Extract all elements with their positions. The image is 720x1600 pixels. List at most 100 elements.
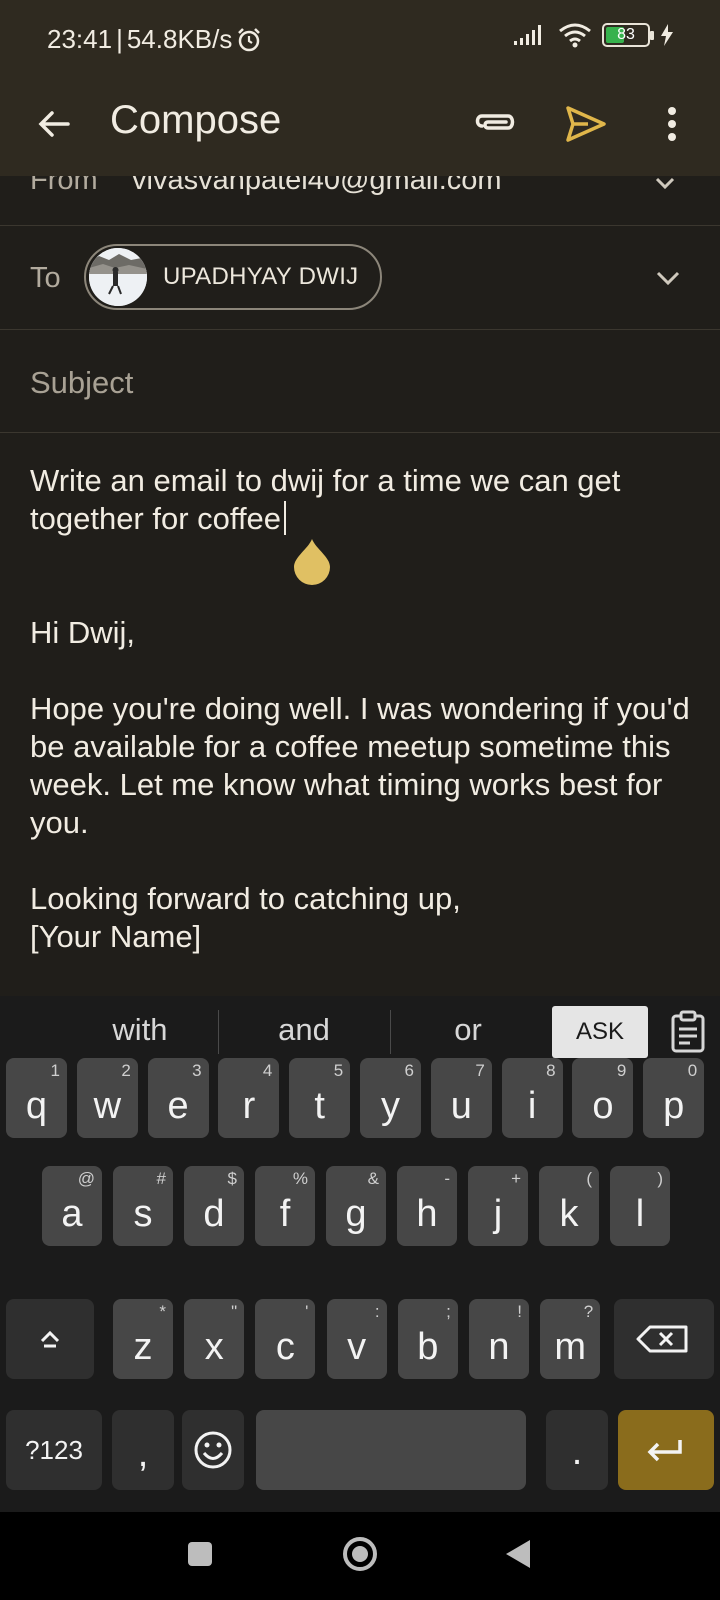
backspace-icon [636, 1325, 688, 1353]
key-w[interactable]: 2w [76, 1058, 138, 1138]
subject-placeholder: Subject [30, 365, 134, 400]
recipient-chip[interactable]: UPADHYAY DWIJ [84, 244, 382, 310]
key-hint: & [367, 1169, 379, 1188]
key-x[interactable]: " x [184, 1299, 245, 1379]
key-hint: * [159, 1302, 166, 1321]
nav-bar [0, 1512, 720, 1600]
subject-field[interactable]: Subject [0, 331, 720, 433]
key-hint: 1 [50, 1061, 60, 1080]
body-prompt: Write an email to dwij for a time we can… [30, 462, 700, 538]
key-k[interactable]: (k [539, 1166, 599, 1246]
symbols-key-label: ?123 [25, 1435, 83, 1465]
key-t[interactable]: 5t [289, 1058, 351, 1138]
key-d[interactable]: $ d [184, 1166, 244, 1246]
key-label: l [635, 1193, 645, 1235]
status-left: 23:41 | 54.8KB/s [47, 24, 262, 55]
more-vert-icon[interactable] [648, 100, 696, 148]
to-label: To [30, 262, 61, 294]
status-time: 23:41 [47, 24, 113, 54]
key-hint: $ [227, 1169, 237, 1188]
text-cursor [284, 501, 287, 535]
attach-icon[interactable] [472, 100, 520, 148]
key-b[interactable]: ; b [397, 1299, 458, 1379]
comma-key[interactable]: , [112, 1410, 174, 1490]
key-hint: - [444, 1169, 450, 1188]
recents-icon[interactable] [186, 1540, 214, 1568]
to-row[interactable]: To UPADHYAY DWIJ [0, 226, 720, 330]
key-i[interactable]: 8i [501, 1058, 563, 1138]
key-j[interactable]: + j [468, 1166, 528, 1246]
key-l[interactable]: ) l [610, 1166, 670, 1246]
key-hint: 7 [475, 1061, 485, 1080]
key-label: a [61, 1193, 83, 1235]
key-e[interactable]: 3e [147, 1058, 209, 1138]
email-body[interactable]: Write an email to dwij for a time we can… [30, 462, 700, 956]
compose-screen: 23:41 | 54.8KB/s 83 From vivasvanpatel40… [0, 0, 720, 1600]
key-c[interactable]: ' c [255, 1299, 316, 1379]
key-label: m [554, 1326, 587, 1368]
key-p[interactable]: 0p [643, 1058, 705, 1138]
suggestion-item[interactable]: with [90, 1012, 190, 1048]
key-hint: ) [657, 1169, 663, 1188]
battery-icon: 83 [602, 23, 654, 47]
page-title: Compose [110, 98, 282, 142]
signal-icon [514, 25, 541, 45]
status-speed: 54.8KB/s [126, 24, 233, 54]
key-q[interactable]: 1q [6, 1058, 67, 1138]
battery-level: 83 [617, 26, 635, 43]
key-hint: ( [586, 1169, 592, 1188]
key-g[interactable]: & g [326, 1166, 386, 1246]
status-separator: | [116, 24, 123, 54]
home-icon[interactable] [340, 1534, 380, 1574]
key-label: s [133, 1193, 153, 1235]
key-label: x [204, 1326, 224, 1368]
emoji-key[interactable] [182, 1410, 244, 1490]
wifi-icon [559, 23, 591, 48]
key-m[interactable]: ? m [540, 1299, 601, 1379]
period-key-label: . [571, 1431, 583, 1473]
suggestion-item[interactable]: and [254, 1012, 354, 1048]
key-y[interactable]: 6y [360, 1058, 421, 1138]
key-n[interactable]: ! n [469, 1299, 529, 1379]
key-hint: 8 [546, 1061, 556, 1080]
cursor-handle[interactable] [292, 539, 332, 585]
clipboard-icon[interactable] [668, 1010, 708, 1054]
shift-key[interactable] [6, 1299, 94, 1379]
status-right: 83 [514, 22, 674, 48]
key-o[interactable]: 9o [572, 1058, 634, 1138]
arrow-back-icon[interactable] [30, 100, 78, 148]
send-icon[interactable] [562, 100, 610, 148]
suggestion-item[interactable]: or [418, 1012, 518, 1048]
key-hint: 0 [687, 1061, 698, 1080]
key-label: q [25, 1085, 48, 1127]
symbols-key[interactable]: ?123 [6, 1410, 102, 1490]
chevron-down-icon[interactable] [652, 262, 684, 294]
key-hint: % [292, 1169, 308, 1188]
key-label: u [450, 1085, 472, 1127]
body-prompt-text: Write an email to dwij for a time we can… [30, 463, 621, 536]
key-hint: @ [77, 1169, 95, 1188]
key-label: w [93, 1085, 122, 1127]
space-key[interactable] [256, 1410, 526, 1490]
key-hint: 3 [192, 1061, 202, 1080]
key-label: j [493, 1193, 503, 1235]
key-s[interactable]: # s [113, 1166, 173, 1246]
key-u[interactable]: 7u [430, 1058, 492, 1138]
ask-button[interactable]: ASK [552, 1006, 648, 1058]
key-z[interactable]: * z [113, 1299, 173, 1379]
key-hint: 4 [262, 1061, 273, 1080]
key-r[interactable]: 4r [218, 1058, 280, 1138]
key-h[interactable]: -h [397, 1166, 457, 1246]
back-nav-icon[interactable] [504, 1538, 534, 1570]
enter-key[interactable] [618, 1410, 714, 1490]
key-hint: 2 [121, 1061, 131, 1080]
key-a[interactable]: @ a [42, 1166, 102, 1246]
body-closing: Looking forward to catching up, [30, 881, 461, 916]
period-key[interactable]: . [546, 1410, 608, 1490]
key-f[interactable]: % f [255, 1166, 315, 1246]
enter-icon [647, 1440, 682, 1462]
key-v[interactable]: :v [326, 1299, 387, 1379]
backspace-key[interactable] [614, 1299, 714, 1379]
key-hint: 5 [333, 1061, 344, 1080]
keyboard: with and or ASK 1q2w3e4r5t6y7u8i9o0p @ a #… [0, 996, 720, 1512]
